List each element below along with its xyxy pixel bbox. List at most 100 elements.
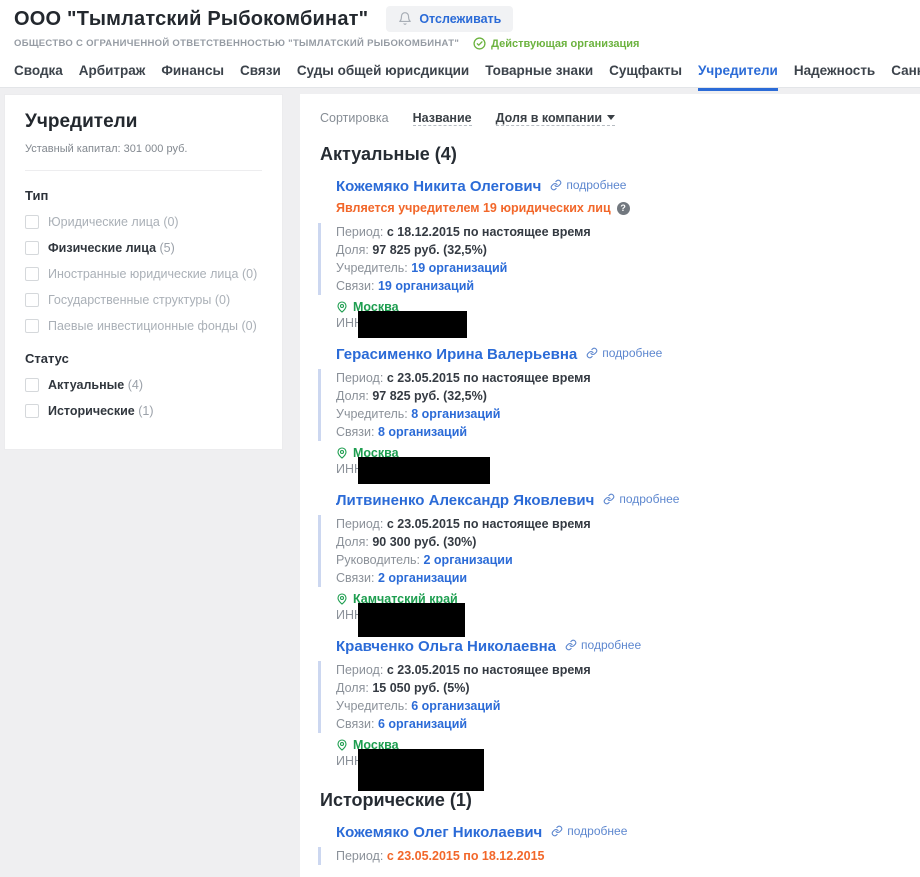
tab-10[interactable]: Санкции [891,63,920,91]
founder-card: Герасименко Ирина Валерьевна подробнее Пер… [318,346,910,484]
sort-options: Название Доля в компании [412,110,616,126]
tab-5[interactable]: Суды общей юрисдикции [297,63,469,91]
checkbox-icon[interactable] [25,267,39,281]
checkbox-icon[interactable] [25,378,39,392]
detail-label: Период: [336,849,384,863]
filter-checkbox-row[interactable]: Юридические лица (0) [25,214,262,230]
filter-count: (0) [241,267,258,281]
filter-label: Паевые инвестиционные фонды (0) [48,318,257,334]
filter-count: (0) [163,215,179,229]
status-badge: Действующая организация [473,37,639,50]
filter-checkbox-row[interactable]: Исторические (1) [25,403,262,419]
founder-name-link[interactable]: Герасименко Ирина Валерьевна [336,346,577,363]
company-header: ООО "Тымлатский Рыбокомбинат" Отслеживат… [0,0,920,91]
filter-type-title: Тип [25,188,49,203]
founder-name-link[interactable]: Кравченко Ольга Николаевна [336,638,556,655]
detail-row: Связи: 2 организации [336,569,910,587]
charter-capital: Уставный капитал: 301 000 руб. [25,143,262,171]
detail-label: Период: [336,517,384,531]
filter-type-list: Юридические лица (0) Физические лица (5) И… [25,214,262,334]
location-pin-icon [336,446,348,460]
detail-row: Период: с 23.05.2015 по 18.12.2015 [336,847,910,865]
sort-option-2[interactable]: Доля в компании [495,110,616,126]
more-link-label: подробнее [619,492,680,506]
filter-label: Исторические (1) [48,403,154,419]
filter-checkbox-row[interactable]: Иностранные юридические лица (0) [25,266,262,282]
tab-4[interactable]: Связи [240,63,281,91]
detail-label: Связи: [336,279,375,293]
nav-tabs: Сводка Арбитраж Финансы Связи Суды общей юри… [14,63,920,91]
detail-label: Связи: [336,717,375,731]
section-title: Актуальные (4) [320,144,457,164]
info-icon[interactable]: ? [616,201,630,215]
filter-checkbox-row[interactable]: Паевые инвестиционные фонды (0) [25,318,262,334]
detail-value: с 23.05.2015 по настоящее время [386,371,591,385]
more-link-label: подробнее [566,178,627,192]
sidebar-title: Учредители [25,111,138,132]
more-link[interactable]: подробнее [550,178,626,192]
checkbox-icon[interactable] [25,404,39,418]
filter-label-text: Паевые инвестиционные фонды [48,319,238,333]
detail-value-link[interactable]: 2 организации [378,571,467,585]
detail-value-link[interactable]: 19 организаций [411,261,507,275]
filter-label: Государственные структуры (0) [48,292,230,308]
detail-row: Период: с 18.12.2015 по настоящее время [336,223,910,241]
detail-value-link[interactable]: 8 организаций [378,425,467,439]
tab-8[interactable]: Учредители [698,63,778,91]
location-pin-icon [336,592,348,606]
more-link[interactable]: подробнее [565,638,641,652]
checkbox-icon[interactable] [25,319,39,333]
detail-row: Период: с 23.05.2015 по настоящее время [336,515,910,533]
founder-name-link[interactable]: Кожемяко Никита Олегович [336,178,541,195]
sort-option-1[interactable]: Название [412,110,472,126]
filter-label-text: Государственные структуры [48,293,212,307]
detail-value-link[interactable]: 19 организаций [378,279,474,293]
checkbox-icon[interactable] [25,241,39,255]
filter-checkbox-row[interactable]: Актуальные (4) [25,377,262,393]
tab-9[interactable]: Надежность [794,63,875,91]
filter-checkbox-row[interactable]: Физические лица (5) [25,240,262,256]
more-link-label: подробнее [581,638,642,652]
checkbox-icon[interactable] [25,293,39,307]
detail-value-link[interactable]: 6 организаций [378,717,467,731]
filter-label-text: Актуальные [48,378,125,392]
filter-label-text: Иностранные юридические лица [48,267,239,281]
tab-6[interactable]: Товарные знаки [485,63,593,91]
sort-label: Сортировка [320,111,389,125]
checkbox-icon[interactable] [25,215,39,229]
chevron-down-icon [607,115,616,120]
founder-name-link[interactable]: Литвиненко Александр Яковлевич [336,492,594,509]
detail-value-link[interactable]: 2 организации [424,553,513,567]
sort-option-label: Название [412,110,472,125]
link-icon [550,179,562,191]
more-link[interactable]: подробнее [603,492,679,506]
detail-label: Период: [336,371,384,385]
founder-details: Период: с 23.05.2015 по 18.12.2015 [318,847,910,865]
more-link[interactable]: подробнее [586,346,662,360]
detail-row: Доля: 90 300 руб. (30%) [336,533,910,551]
inn-redaction-box [358,311,468,338]
detail-row: Учредитель: 6 организаций [336,697,910,715]
detail-label: Доля: [336,389,369,403]
detail-value: с 23.05.2015 по 18.12.2015 [386,849,545,863]
tab-7[interactable]: Сущфакты [609,63,682,91]
founder-name-link[interactable]: Кожемяко Олег Николаевич [336,824,542,841]
sort-option-label: Доля в компании [495,110,603,125]
sort-row: Сортировка Название Доля в компании [320,110,910,126]
filter-label: Иностранные юридические лица (0) [48,266,257,282]
detail-value-link[interactable]: 6 организаций [411,699,500,713]
location-pin-icon [336,738,348,752]
more-link[interactable]: подробнее [551,824,627,838]
follow-button-label: Отслеживать [419,11,502,26]
filter-checkbox-row[interactable]: Государственные структуры (0) [25,292,262,308]
company-full-name: ОБЩЕСТВО С ОГРАНИЧЕННОЙ ОТВЕТСТВЕННОСТЬЮ… [14,38,460,49]
tab-1[interactable]: Сводка [14,63,63,91]
tab-3[interactable]: Финансы [161,63,224,91]
detail-value-link[interactable]: 8 организаций [411,407,500,421]
follow-button[interactable]: Отслеживать [386,6,514,32]
filter-status-list: Актуальные (4) Исторические (1) [25,377,262,419]
tab-2[interactable]: Арбитраж [79,63,146,91]
filter-label-text: Физические лица [48,241,157,255]
filter-status-title: Статус [25,351,69,366]
detail-row: Доля: 97 825 руб. (32,5%) [336,387,910,405]
